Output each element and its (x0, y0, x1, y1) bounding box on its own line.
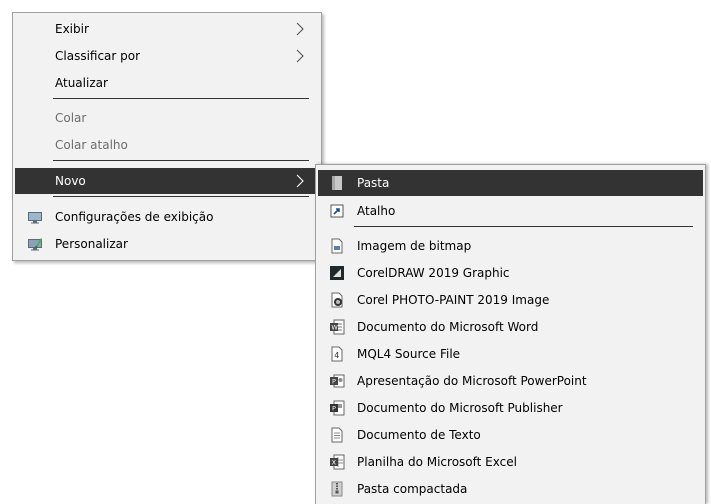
menu-item-colar-atalho[interactable]: Colar atalho (15, 132, 319, 158)
submenu-item-label: Documento de Texto (357, 428, 481, 442)
submenu-item-atalho[interactable]: Atalho (318, 198, 703, 224)
menu-item-exibir[interactable]: Exibir (15, 16, 319, 42)
submenu-item-coreldraw-graphic[interactable]: CorelDRAW 2019 Graphic (318, 260, 703, 286)
zip-folder-icon (331, 481, 343, 497)
shortcut-icon (330, 204, 344, 218)
submenu-item-documento-publisher[interactable]: P Documento do Microsoft Publisher (318, 395, 703, 421)
svg-text:4: 4 (334, 351, 339, 360)
menu-separator (53, 196, 309, 197)
menu-separator (53, 160, 309, 161)
menu-item-personalizar[interactable]: Personalizar (15, 231, 319, 257)
submenu-item-pasta[interactable]: Pasta (318, 170, 703, 196)
new-item-submenu: Pasta Atalho Imagem de bitmap CorelDRAW … (315, 164, 706, 504)
submenu-item-label: Pasta compactada (357, 482, 468, 496)
menu-item-label: Personalizar (55, 237, 128, 251)
menu-item-label: Colar atalho (55, 138, 128, 152)
excel-icon: X (330, 454, 345, 470)
menu-item-atualizar[interactable]: Atualizar (15, 70, 319, 96)
submenu-item-label: Documento do Microsoft Publisher (357, 401, 563, 415)
folder-icon (332, 176, 342, 190)
mql4-file-icon: 4 (331, 346, 343, 362)
submenu-item-label: Atalho (357, 204, 396, 218)
publisher-icon: P (330, 400, 345, 416)
submenu-item-label: Imagem de bitmap (357, 239, 472, 253)
menu-item-classificar-por[interactable]: Classificar por (15, 43, 319, 69)
menu-item-label: Atualizar (55, 76, 108, 90)
submenu-item-label: Pasta (357, 176, 390, 190)
submenu-item-mql4-source-file[interactable]: 4 MQL4 Source File (318, 341, 703, 367)
submenu-separator (354, 226, 693, 227)
powerpoint-icon: P (330, 374, 345, 388)
menu-item-label: Configurações de exibição (55, 210, 214, 224)
svg-text:P: P (332, 378, 336, 386)
svg-text:W: W (331, 324, 338, 332)
menu-item-label: Exibir (55, 22, 89, 36)
coreldraw-icon (330, 266, 344, 280)
bitmap-image-icon (331, 238, 343, 254)
text-document-icon (331, 427, 343, 443)
svg-text:P: P (332, 405, 336, 413)
menu-item-colar[interactable]: Colar (15, 105, 319, 131)
submenu-item-documento-word[interactable]: W Documento do Microsoft Word (318, 314, 703, 340)
submenu-item-label: Planilha do Microsoft Excel (357, 455, 517, 469)
menu-separator (53, 98, 309, 99)
submenu-item-label: Corel PHOTO-PAINT 2019 Image (357, 293, 550, 307)
submenu-item-corel-photo-paint-image[interactable]: Corel PHOTO-PAINT 2019 Image (318, 287, 703, 313)
desktop-context-menu: Exibir Classificar por Atualizar Colar C… (12, 12, 322, 261)
chevron-right-icon (296, 49, 304, 63)
photo-paint-icon (331, 292, 343, 308)
menu-item-label: Colar (55, 111, 87, 125)
submenu-item-label: CorelDRAW 2019 Graphic (357, 266, 510, 280)
submenu-item-label: MQL4 Source File (357, 347, 461, 361)
submenu-item-imagem-de-bitmap[interactable]: Imagem de bitmap (318, 233, 703, 259)
menu-item-label: Novo (55, 174, 86, 188)
svg-text:X: X (332, 459, 337, 467)
display-settings-icon (28, 212, 42, 224)
chevron-right-icon (296, 174, 304, 188)
submenu-item-label: Documento do Microsoft Word (357, 320, 539, 334)
personalize-icon (28, 238, 43, 251)
submenu-item-documento-de-texto[interactable]: Documento de Texto (318, 422, 703, 448)
submenu-item-label: Apresentação do Microsoft PowerPoint (357, 374, 587, 388)
submenu-item-planilha-excel[interactable]: X Planilha do Microsoft Excel (318, 449, 703, 475)
menu-item-label: Classificar por (55, 49, 141, 63)
word-document-icon: W (330, 319, 345, 335)
menu-item-configuracoes-de-exibicao[interactable]: Configurações de exibição (15, 204, 319, 230)
menu-item-novo[interactable]: Novo (15, 168, 319, 194)
submenu-item-pasta-compactada[interactable]: Pasta compactada (318, 476, 703, 502)
submenu-item-apresentacao-powerpoint[interactable]: P Apresentação do Microsoft PowerPoint (318, 368, 703, 394)
chevron-right-icon (296, 22, 304, 36)
